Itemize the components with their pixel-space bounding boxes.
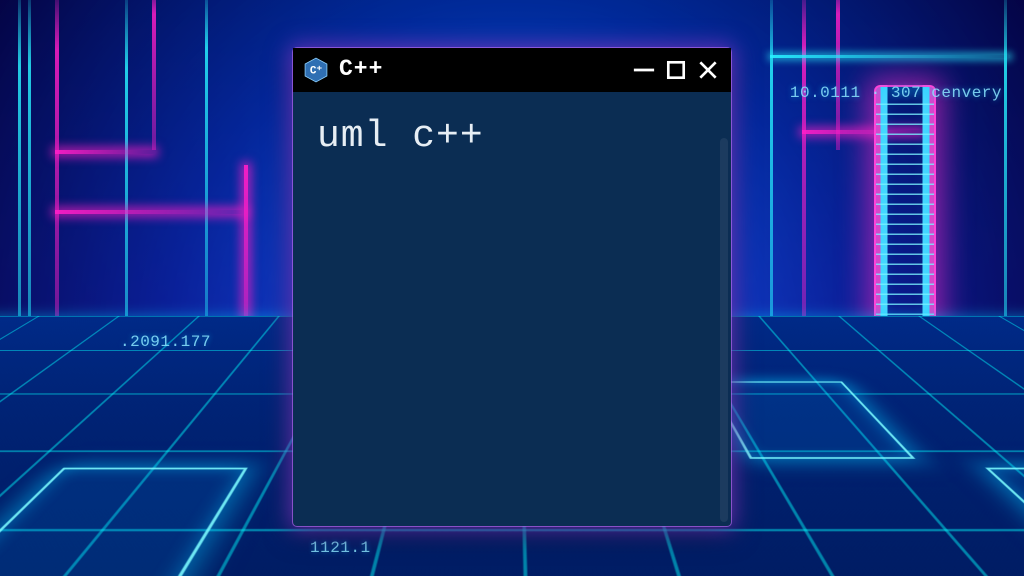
titlebar[interactable]: C⁺ C++ [293, 48, 731, 92]
maximize-icon [665, 59, 687, 81]
terminal-window: C⁺ C++ uml c++ [293, 48, 731, 526]
hud-left-mid: .2091.177 [120, 334, 211, 350]
svg-text:C⁺: C⁺ [310, 65, 323, 77]
hud-bottom: 1121.1 [310, 540, 371, 556]
window-title: C++ [339, 58, 383, 81]
close-button[interactable] [697, 59, 719, 81]
cpp-hex-icon: C⁺ [303, 57, 329, 83]
terminal-line: uml c++ [317, 115, 484, 158]
hud-top-right: 10.0111 · 307 cenvery [790, 85, 1002, 101]
minimize-icon [633, 59, 655, 81]
scrollbar[interactable] [720, 138, 728, 522]
close-icon [697, 59, 719, 81]
minimize-button[interactable] [633, 59, 655, 81]
maximize-button[interactable] [665, 59, 687, 81]
terminal-body[interactable]: uml c++ [293, 92, 731, 526]
